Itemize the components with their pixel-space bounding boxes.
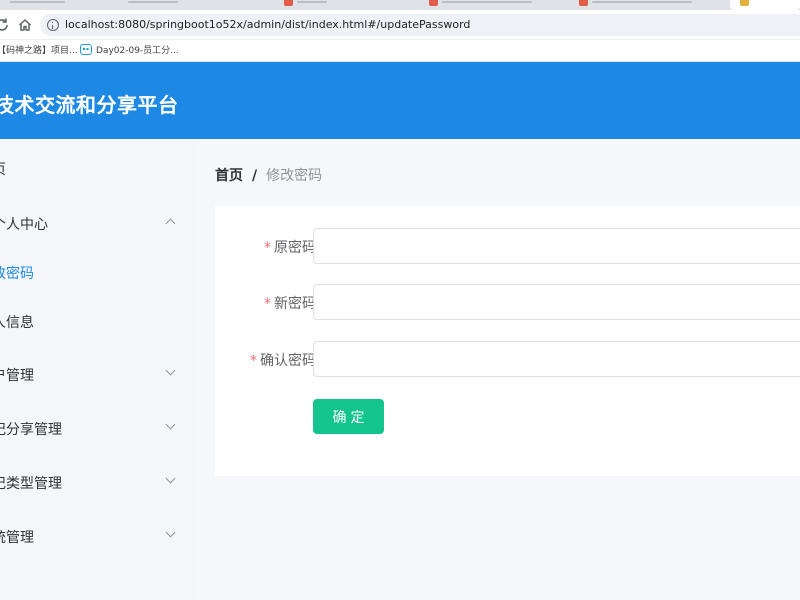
breadcrumb-separator: / — [252, 168, 258, 184]
breadcrumb-home[interactable]: 首页 — [215, 168, 243, 184]
form-row-confirm-password: * 确认密码 — [215, 341, 800, 377]
browser-tab[interactable] — [425, 0, 565, 10]
tab-favicon-icon — [284, 0, 293, 6]
chevron-down-icon — [165, 473, 176, 484]
sidebar-item-label: 页 — [0, 159, 6, 179]
home-icon[interactable] — [17, 17, 33, 33]
form-row-old-password: * 原密码 — [215, 228, 800, 264]
browser-toolbar: localhost:8080/springboot1o52x/admin/dis… — [0, 10, 800, 40]
required-mark: * — [264, 240, 271, 256]
tab-favicon-icon — [579, 0, 588, 6]
sidebar-item-personal-info[interactable]: 人信息 — [0, 306, 197, 336]
breadcrumb-current: 修改密码 — [266, 168, 323, 184]
sidebar: 页 个人中心 改密码 人信息 户管理 记分享管理 记类型管理 统管理 — [0, 139, 197, 600]
app-header: 技术交流和分享平台 — [0, 62, 800, 139]
required-mark: * — [264, 296, 271, 312]
sidebar-item-label: 户管理 — [0, 368, 34, 384]
sidebar-item-label: 改密码 — [0, 266, 34, 282]
chevron-down-icon — [165, 527, 176, 538]
bilibili-icon — [80, 44, 92, 55]
app-title: 技术交流和分享平台 — [0, 93, 179, 117]
browser-tab[interactable] — [575, 0, 725, 10]
sidebar-item-label: 个人中心 — [0, 217, 48, 233]
password-form-card: * 原密码 * 新密码 * 确认密码 确定 — [215, 206, 800, 476]
new-password-input[interactable] — [313, 284, 800, 320]
chevron-up-icon — [165, 218, 176, 229]
sidebar-item-notes-sharing[interactable]: 记分享管理 — [0, 413, 197, 443]
form-row-new-password: * 新密码 — [215, 284, 800, 320]
url-text: localhost:8080/springboot1o52x/admin/dis… — [65, 18, 471, 31]
old-password-label: * 原密码 — [264, 240, 316, 256]
reload-icon[interactable] — [0, 17, 10, 33]
bookmark-item[interactable]: Day02-09-员工分... — [96, 43, 179, 56]
sidebar-item-label: 人信息 — [0, 315, 34, 331]
bookmarks-bar: 【码神之路】项目... Day02-09-员工分... — [0, 40, 800, 62]
sidebar-item-label: 统管理 — [0, 530, 34, 546]
bookmark-item[interactable]: 【码神之路】项目... — [0, 43, 78, 56]
sidebar-item-label: 记分享管理 — [0, 422, 62, 438]
sidebar-item-change-password[interactable]: 改密码 — [0, 257, 197, 287]
address-bar[interactable]: localhost:8080/springboot1o52x/admin/dis… — [40, 14, 800, 36]
new-password-label: * 新密码 — [264, 296, 316, 312]
browser-tab-strip — [0, 0, 800, 10]
site-info-icon[interactable] — [47, 19, 59, 31]
sidebar-item-notes-type[interactable]: 记类型管理 — [0, 467, 197, 497]
submit-button[interactable]: 确定 — [313, 399, 384, 434]
browser-tab[interactable] — [118, 0, 238, 10]
sidebar-item-system[interactable]: 统管理 — [0, 521, 197, 551]
browser-tab-active[interactable] — [730, 0, 800, 10]
old-password-input[interactable] — [313, 228, 800, 264]
sidebar-item-user-management[interactable]: 户管理 — [0, 359, 197, 389]
confirm-password-label: * 确认密码 — [250, 353, 316, 369]
sidebar-item-label: 记类型管理 — [0, 476, 62, 492]
chevron-down-icon — [165, 419, 176, 430]
sidebar-item-personal-center[interactable]: 个人中心 — [0, 208, 197, 238]
tab-favicon-icon — [740, 0, 749, 6]
browser-tab[interactable] — [0, 0, 115, 10]
sidebar-item-home[interactable]: 页 — [0, 153, 197, 183]
required-mark: * — [250, 353, 257, 369]
browser-tab[interactable] — [280, 0, 410, 10]
breadcrumb: 首页 / 修改密码 — [215, 165, 322, 185]
confirm-password-input[interactable] — [313, 341, 800, 377]
tab-favicon-icon — [429, 0, 438, 6]
chevron-down-icon — [165, 365, 176, 376]
